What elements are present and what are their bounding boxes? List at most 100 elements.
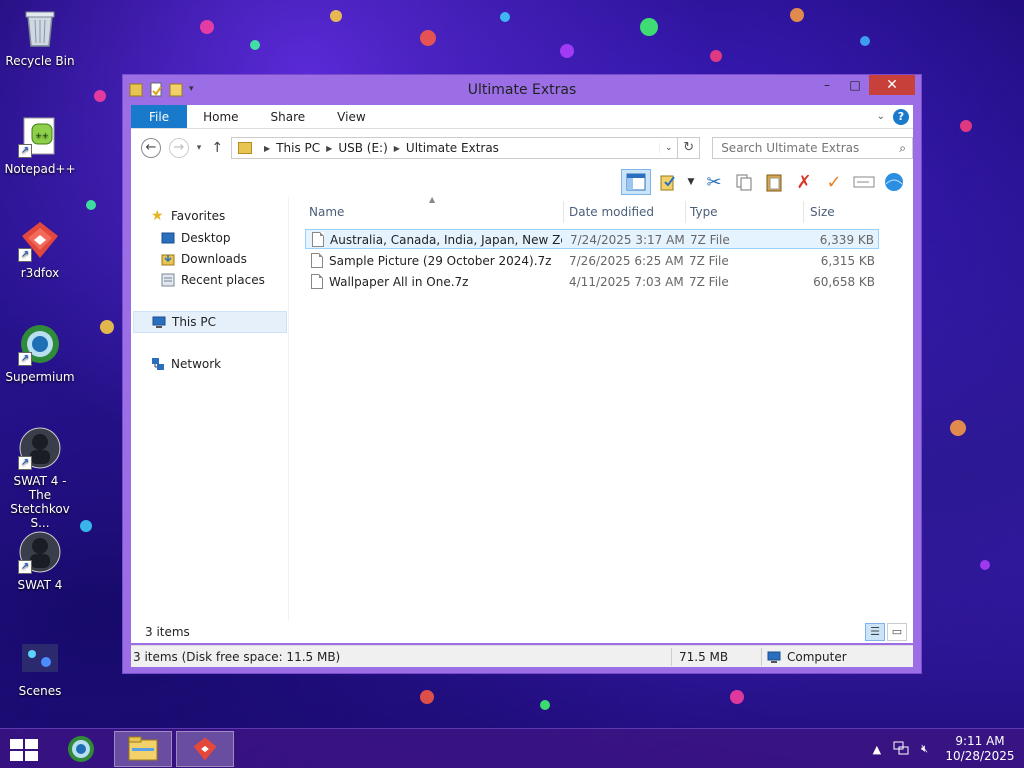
back-button[interactable]: ← [141,138,161,158]
properties-button[interactable] [655,169,681,195]
start-button[interactable] [10,739,38,761]
address-bar[interactable]: ▶ This PC ▶ USB (E:) ▶ Ultimate Extras ⌄ [231,137,679,159]
desktop-icon-notepadpp[interactable]: ++ ↗ Notepad++ [2,114,78,176]
file-type: 7Z File [689,254,729,268]
tab-home[interactable]: Home [187,105,254,128]
nav-label: This PC [172,315,216,329]
desktop-icon-r3dfox[interactable]: ↗ r3dfox [2,218,78,280]
address-dropdown-icon[interactable]: ⌄ [659,143,677,153]
maximize-button[interactable]: □ [841,75,869,95]
desktop-icon-scenes[interactable]: Scenes [2,636,78,698]
content-area: ★ Favorites Desktop Downloads Recent pla… [131,195,913,643]
table-row[interactable]: Sample Picture (29 October 2024).7z 7/26… [305,251,879,271]
clock[interactable]: 9:11 AM 10/28/2025 [940,734,1020,764]
nav-network[interactable]: Network [151,357,221,371]
desktop-icon-swat4-expansion[interactable]: ↗ SWAT 4 - The Stetchkov S... [2,426,78,530]
breadcrumb-usb[interactable]: USB (E:) [338,141,387,155]
breadcrumb-ultimate-extras[interactable]: Ultimate Extras [406,141,499,155]
status-location-label: Computer [787,650,847,664]
column-separator[interactable] [685,201,686,223]
r3dfox-icon [193,737,217,761]
address-row: ← → ▾ ↑ ▶ This PC ▶ USB (E:) ▶ Ultimate … [131,129,914,167]
status-separator [671,648,672,666]
network-icon [151,357,165,371]
expand-ribbon-icon[interactable]: ⌄ [877,111,885,122]
table-row[interactable]: Wallpaper All in One.7z 4/11/2025 7:03 A… [305,272,879,292]
breadcrumb-this-pc[interactable]: This PC [276,141,320,155]
details-view-button[interactable]: ☰ [865,623,885,641]
desktop-icon-recycle-bin[interactable]: Recycle Bin [2,6,78,68]
desktop-icon-label: Supermium [5,370,75,384]
recent-locations-icon[interactable]: ▾ [197,143,202,153]
column-header-size[interactable]: Size [810,205,835,225]
taskbar-file-explorer[interactable] [114,731,172,767]
tab-file[interactable]: File [131,105,188,128]
file-size: 6,339 KB [819,233,874,247]
large-icons-view-button[interactable]: ▭ [887,623,907,641]
column-header-type[interactable]: Type [690,205,718,225]
taskbar: ▲ 🔇︎ 9:11 AM 10/28/2025 [0,728,1024,768]
navigation-pane: ★ Favorites Desktop Downloads Recent pla… [131,197,289,643]
file-size: 60,658 KB [813,275,875,289]
column-header-name[interactable]: Name [309,205,344,225]
file-size: 6,315 KB [820,254,875,268]
nav-recent-places[interactable]: Recent places [161,273,265,287]
forward-button[interactable]: → [168,138,189,158]
volume-muted-icon[interactable]: 🔇︎ [921,742,928,756]
show-hidden-icons-icon[interactable]: ▲ [873,743,881,756]
item-count-bar: 3 items ☰ ▭ [131,621,913,643]
rename-button[interactable] [851,169,877,195]
breadcrumb-separator-icon[interactable]: ▶ [394,144,400,153]
file-icon [311,274,323,289]
desktop-icon-label: Notepad++ [4,162,76,176]
swat4-icon: ↗ [18,530,62,574]
clock-date: 10/28/2025 [945,749,1015,763]
breadcrumb-separator-icon[interactable]: ▶ [264,144,270,153]
column-separator[interactable] [803,201,804,223]
minimize-button[interactable]: – [813,75,841,95]
file-icon [311,253,323,268]
desktop-icon-label: Recycle Bin [5,54,75,68]
taskbar-r3dfox[interactable] [176,731,234,767]
desktop-icon-supermium[interactable]: ↗ Supermium [2,322,78,384]
status-bar: 3 items (Disk free space: 11.5 MB) 71.5 … [131,645,913,667]
refresh-button[interactable]: ↻ [678,137,701,159]
close-button[interactable]: ✕ [869,75,915,95]
properties-dropdown-icon[interactable]: ▼ [685,169,697,195]
network-status-icon[interactable] [893,741,909,758]
nav-favorites[interactable]: ★ Favorites [151,209,225,223]
rename-check-button[interactable]: ✓ [821,169,847,195]
sort-indicator-icon: ▲ [429,195,436,204]
nav-this-pc[interactable]: This PC [133,311,287,333]
tab-share[interactable]: Share [255,105,322,128]
nav-downloads[interactable]: Downloads [161,252,247,266]
tab-view[interactable]: View [321,105,381,128]
help-icon[interactable]: ? [893,108,909,125]
network-globe-button[interactable] [881,169,907,195]
preview-pane-button[interactable] [621,169,651,195]
up-button[interactable]: ↑ [211,140,223,156]
desktop-icon [161,231,175,245]
nav-label: Recent places [181,273,265,287]
nav-desktop[interactable]: Desktop [161,231,231,245]
title-bar[interactable]: ▾ Ultimate Extras – □ ✕ [123,75,921,105]
nav-label: Favorites [171,209,226,223]
file-date: 7/24/2025 3:17 AM [570,233,685,247]
copy-button[interactable] [731,169,757,195]
status-separator [761,648,762,666]
column-header-date[interactable]: Date modified [569,205,654,225]
desktop-icon-swat4[interactable]: ↗ SWAT 4 [2,530,78,592]
search-input[interactable] [721,141,892,155]
shortcut-arrow-icon: ↗ [18,248,32,262]
explorer-window: ▾ Ultimate Extras – □ ✕ File Home Share … [122,74,922,674]
delete-button[interactable]: ✗ [791,169,817,195]
taskbar-supermium[interactable] [52,731,110,767]
cut-button[interactable]: ✂ [701,169,727,195]
search-icon[interactable]: ⌕ [899,141,906,156]
column-separator[interactable] [563,201,564,223]
table-row[interactable]: Australia, Canada, India, Japan, New Zea… [305,229,879,249]
computer-icon [767,651,781,663]
paste-button[interactable] [761,169,787,195]
file-name: Australia, Canada, India, Japan, New Zea… [330,233,562,247]
breadcrumb-separator-icon[interactable]: ▶ [326,144,332,153]
